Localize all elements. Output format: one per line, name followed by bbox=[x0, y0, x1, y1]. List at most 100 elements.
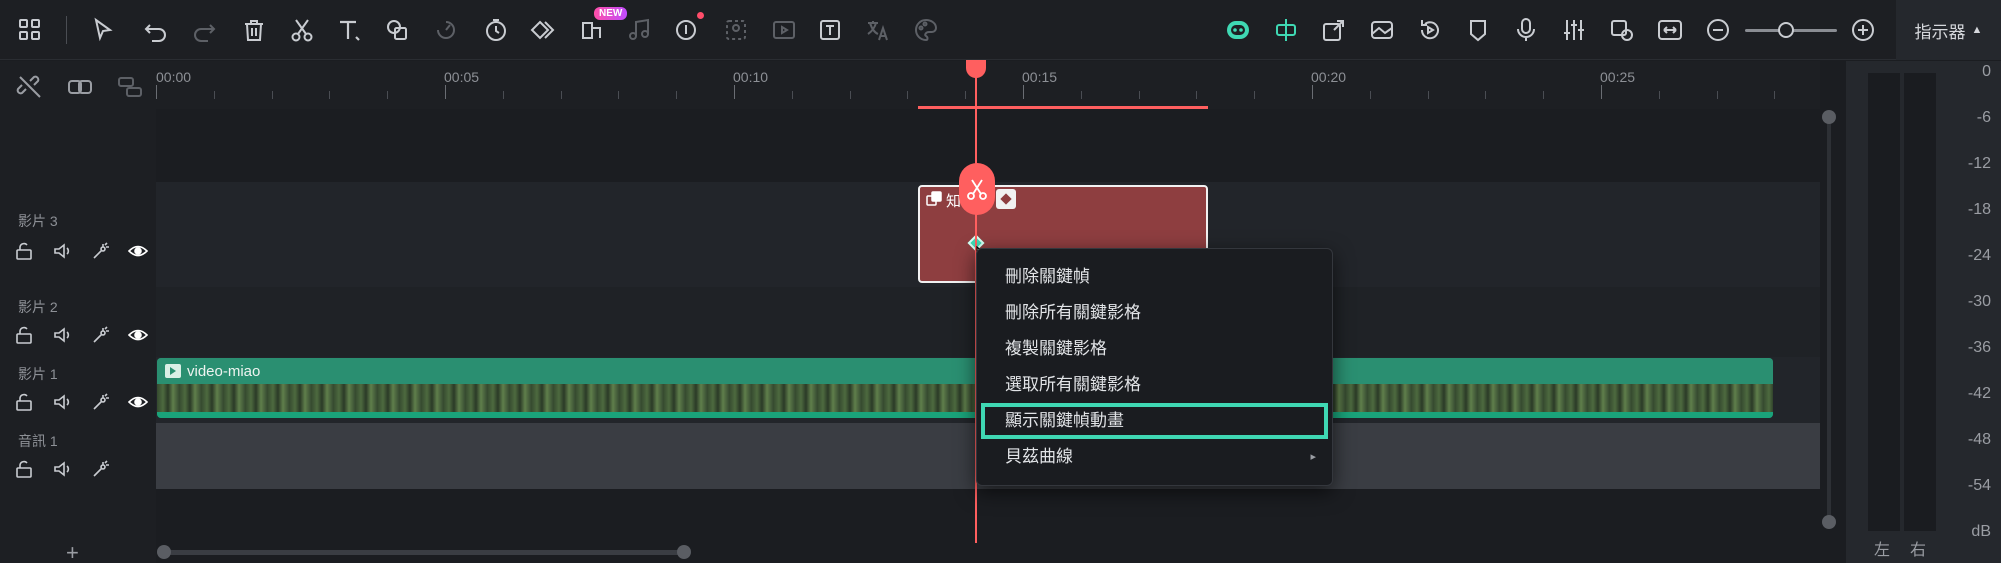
menu-item-select-all-keyframes[interactable]: 選取所有關鍵影格 bbox=[977, 367, 1332, 403]
ruler-tick bbox=[618, 91, 619, 99]
timer-icon[interactable] bbox=[478, 12, 514, 48]
microphone-icon[interactable] bbox=[1508, 12, 1544, 48]
track-controls-video-1 bbox=[14, 392, 148, 412]
ruler-tick bbox=[1543, 91, 1544, 99]
volume-icon[interactable] bbox=[52, 392, 72, 412]
scroll-handle-top[interactable] bbox=[1822, 110, 1836, 124]
visibility-icon[interactable] bbox=[128, 392, 148, 412]
effects-icon[interactable] bbox=[90, 241, 110, 261]
ai-text-icon[interactable] bbox=[812, 12, 848, 48]
ruler-tick bbox=[1774, 91, 1775, 99]
menu-item-bezier-curve-label: 貝茲曲線 bbox=[1005, 447, 1073, 466]
ruler-tick bbox=[1370, 91, 1371, 99]
ruler-tick bbox=[1254, 91, 1255, 99]
ruler-tick bbox=[792, 91, 793, 99]
track-headers: 影片 3 影片 2 影片 1 音訊 1 bbox=[0, 61, 156, 563]
volume-icon[interactable] bbox=[52, 459, 72, 479]
monitor-dropdown-button[interactable]: 指示器 ▲ bbox=[1896, 0, 2001, 60]
volume-icon[interactable] bbox=[52, 325, 72, 345]
redo-icon bbox=[186, 12, 222, 48]
ruler-label: 00:25 bbox=[1600, 69, 1636, 85]
horizontal-scrollbar[interactable] bbox=[156, 545, 696, 559]
ruler-tick bbox=[676, 91, 677, 99]
track-controls-audio-1 bbox=[14, 459, 110, 479]
unlink-icon[interactable] bbox=[16, 73, 44, 101]
effects-icon[interactable] bbox=[90, 392, 110, 412]
volume-icon[interactable] bbox=[52, 241, 72, 261]
mixer-icon[interactable] bbox=[1556, 12, 1592, 48]
image-icon[interactable] bbox=[1364, 12, 1400, 48]
snap-icon[interactable] bbox=[1268, 12, 1304, 48]
keyframe-icon[interactable] bbox=[526, 12, 562, 48]
effects-icon[interactable] bbox=[90, 325, 110, 345]
grid-icon[interactable] bbox=[12, 12, 48, 48]
ai-translate-icon bbox=[860, 12, 896, 48]
speed-icon bbox=[428, 12, 464, 48]
meter-scale-label: -54 bbox=[1967, 477, 1991, 494]
ai-copilot-icon[interactable] bbox=[1220, 12, 1256, 48]
fit-icon[interactable] bbox=[1652, 12, 1688, 48]
meter-scale-label: -24 bbox=[1967, 247, 1991, 264]
menu-item-delete-all-keyframes[interactable]: 刪除所有關鍵影格 bbox=[977, 295, 1332, 331]
text-icon[interactable] bbox=[331, 12, 367, 48]
ruler-tick bbox=[1601, 85, 1602, 99]
meter-scale-label: -30 bbox=[1967, 293, 1991, 310]
preview-icon[interactable] bbox=[1604, 12, 1640, 48]
video-clip[interactable]: video-miao bbox=[157, 358, 1773, 418]
selection-range-bar bbox=[918, 106, 1208, 109]
notification-dot bbox=[697, 12, 704, 19]
scroll-handle-bottom[interactable] bbox=[1822, 515, 1836, 529]
meter-scale-label: dB bbox=[1971, 523, 1991, 540]
export-icon[interactable] bbox=[1316, 12, 1352, 48]
ai-sticker-icon[interactable]: NEW bbox=[574, 7, 628, 48]
ruler-label: 00:15 bbox=[1022, 69, 1058, 85]
delete-icon[interactable] bbox=[236, 12, 272, 48]
link-icon[interactable] bbox=[66, 73, 94, 101]
audio-meter-panel: 0 -6 -12 -18 -24 -30 -36 -42 -48 -54 dB … bbox=[1846, 61, 2001, 563]
meter-channel-left: 左 bbox=[1874, 542, 1891, 559]
lock-icon[interactable] bbox=[14, 241, 34, 261]
ruler-label: 00:20 bbox=[1311, 69, 1347, 85]
monitor-label: 指示器 bbox=[1914, 22, 1966, 42]
visibility-icon[interactable] bbox=[128, 325, 148, 345]
split-scissors-button[interactable] bbox=[959, 163, 995, 215]
effects-icon[interactable] bbox=[90, 459, 110, 479]
crop-icon[interactable] bbox=[380, 12, 416, 48]
zoom-slider-thumb[interactable] bbox=[1778, 22, 1795, 38]
replay-icon[interactable] bbox=[1412, 12, 1448, 48]
menu-item-show-keyframe-animation[interactable]: 顯示關鍵幀動畫 bbox=[981, 403, 1328, 439]
cut-icon[interactable] bbox=[284, 12, 320, 48]
clip-icon bbox=[926, 191, 942, 207]
lock-icon[interactable] bbox=[14, 392, 34, 412]
lock-icon[interactable] bbox=[14, 325, 34, 345]
lock-icon[interactable] bbox=[14, 459, 34, 479]
meter-scale-label: -18 bbox=[1967, 201, 1991, 218]
marker-icon[interactable] bbox=[1460, 12, 1496, 48]
timeline-ruler[interactable]: 00:00 00:05 00:10 00:15 00:20 00:25 bbox=[156, 61, 1820, 109]
ruler-tick bbox=[1312, 85, 1313, 99]
vertical-scrollbar[interactable] bbox=[1822, 108, 1836, 529]
menu-item-copy-keyframe[interactable]: 複製關鍵影格 bbox=[977, 331, 1332, 367]
meter-channel-right: 右 bbox=[1910, 542, 1927, 559]
video-clip-label: video-miao bbox=[187, 362, 261, 380]
chevron-up-icon: ▲ bbox=[1971, 24, 1983, 36]
group-icon[interactable] bbox=[116, 73, 144, 101]
music-icon bbox=[622, 12, 658, 48]
visibility-icon[interactable] bbox=[128, 241, 148, 261]
horizontal-scroll-thumb[interactable] bbox=[164, 550, 684, 555]
zoom-out-icon[interactable] bbox=[1700, 12, 1736, 48]
ai-cutout-icon bbox=[718, 12, 754, 48]
ruler-tick bbox=[734, 85, 735, 99]
menu-item-bezier-curve[interactable]: 貝茲曲線 ▸ bbox=[977, 439, 1332, 475]
select-arrow-icon[interactable] bbox=[86, 12, 122, 48]
ai-voice-icon[interactable] bbox=[670, 12, 706, 48]
scroll-handle-left[interactable] bbox=[157, 545, 171, 559]
submenu-arrow-icon: ▸ bbox=[1310, 451, 1316, 463]
add-track-button[interactable]: + bbox=[66, 540, 79, 563]
scroll-handle-right[interactable] bbox=[677, 545, 691, 559]
menu-item-delete-keyframe[interactable]: 刪除關鍵幀 bbox=[977, 259, 1332, 295]
meter-scale-label: -42 bbox=[1967, 385, 1991, 402]
ruler-tick bbox=[272, 91, 273, 99]
undo-icon[interactable] bbox=[138, 12, 174, 48]
zoom-in-icon[interactable] bbox=[1845, 12, 1881, 48]
